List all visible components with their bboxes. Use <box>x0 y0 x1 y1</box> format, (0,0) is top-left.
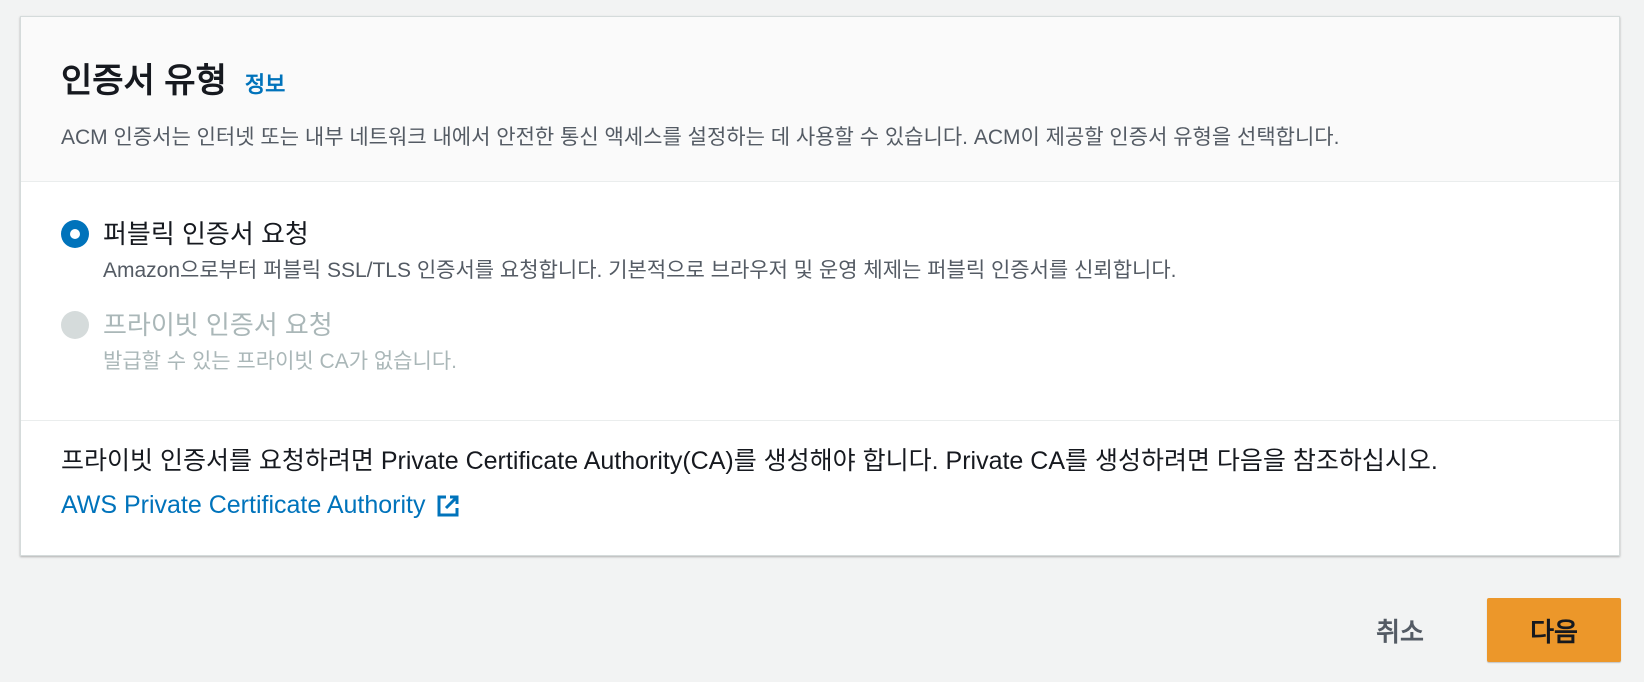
radio-option-private-certificate: 프라이빗 인증서 요청 발급할 수 있는 프라이빗 CA가 없습니다. <box>61 308 457 376</box>
title-row: 인증서 유형 정보 <box>61 53 285 102</box>
radio-button-disabled <box>61 311 89 339</box>
info-link[interactable]: 정보 <box>245 67 285 99</box>
next-button[interactable]: 다음 <box>1487 598 1621 662</box>
radio-description: 발급할 수 있는 프라이빗 CA가 없습니다. <box>103 350 457 373</box>
cancel-button[interactable]: 취소 <box>1350 598 1450 662</box>
external-link-icon <box>437 495 459 516</box>
panel-header: 인증서 유형 정보 ACM 인증서는 인터넷 또는 내부 네트워크 내에서 안전… <box>21 17 1619 182</box>
aws-private-ca-link[interactable]: AWS Private Certificate Authority <box>61 491 461 520</box>
radio-label: 프라이빗 인증서 요청 <box>103 310 333 340</box>
private-ca-note: 프라이빗 인증서를 요청하려면 Private Certificate Auth… <box>61 447 1438 475</box>
radio-text: 프라이빗 인증서 요청 발급할 수 있는 프라이빗 CA가 없습니다. <box>103 308 457 376</box>
radio-text: 퍼블릭 인증서 요청 Amazon으로부터 퍼블릭 SSL/TLS 인증서를 요… <box>103 217 1177 285</box>
header-description: ACM 인증서는 인터넷 또는 내부 네트워크 내에서 안전한 통신 액세스를 … <box>61 126 1340 149</box>
certificate-type-panel: 인증서 유형 정보 ACM 인증서는 인터넷 또는 내부 네트워크 내에서 안전… <box>20 16 1620 556</box>
radio-button-checked[interactable] <box>61 220 89 248</box>
section-divider <box>21 420 1619 421</box>
link-label[interactable]: AWS Private Certificate Authority <box>61 491 425 520</box>
radio-option-public-certificate[interactable]: 퍼블릭 인증서 요청 Amazon으로부터 퍼블릭 SSL/TLS 인증서를 요… <box>61 217 1177 285</box>
radio-label[interactable]: 퍼블릭 인증서 요청 <box>103 217 1177 251</box>
radio-description: Amazon으로부터 퍼블릭 SSL/TLS 인증서를 요청합니다. 기본적으로… <box>103 259 1177 282</box>
page-title: 인증서 유형 <box>61 62 227 100</box>
